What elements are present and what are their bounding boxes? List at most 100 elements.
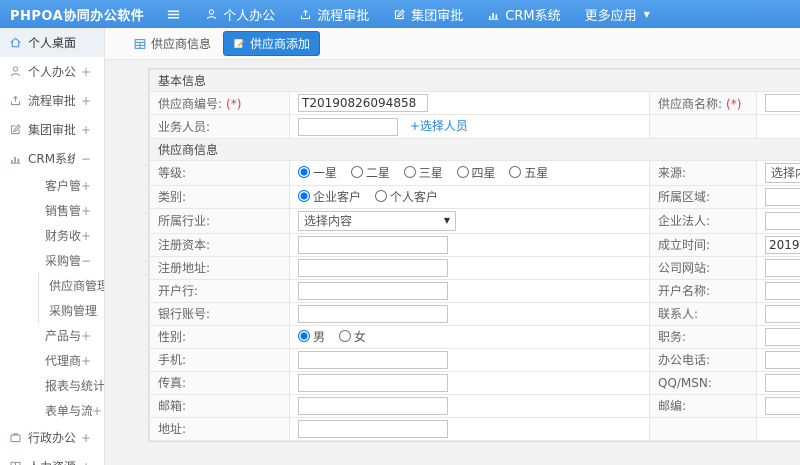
account-name-input[interactable] bbox=[765, 281, 800, 300]
category-label: 类别: bbox=[149, 184, 290, 209]
hamburger-icon bbox=[168, 9, 180, 19]
nav-item-personal-office[interactable]: 个人办公 bbox=[205, 5, 275, 24]
bank-input[interactable] bbox=[298, 281, 448, 300]
source-select[interactable]: 选择内容▼ bbox=[765, 162, 800, 183]
company-website-label: 公司网站: bbox=[649, 255, 757, 280]
level-radio bbox=[403, 166, 416, 179]
sidebar-item-form-flow-settings[interactable]: 表单与流程设置 + bbox=[0, 398, 104, 423]
briefcase-icon bbox=[10, 433, 21, 443]
fax-label: 传真: bbox=[149, 370, 290, 395]
registered-capital-label: 注册资本: bbox=[149, 232, 290, 257]
account-name-label: 开户名称: bbox=[649, 278, 757, 303]
hamburger-menu-button[interactable] bbox=[166, 7, 181, 22]
level-radio bbox=[298, 166, 310, 179]
contact-person-label: 联系人: bbox=[649, 301, 757, 326]
industry-label: 所属行业: bbox=[149, 207, 290, 234]
office-phone-input[interactable] bbox=[765, 350, 800, 369]
sidebar-item-sales-mgmt[interactable]: 销售管理 + bbox=[0, 198, 104, 223]
edit-icon bbox=[10, 124, 21, 135]
sidebar: 个人桌面 个人办公 + 流程审批 + 集团审批 + CRM系统 − 客户管理 +… bbox=[0, 28, 105, 465]
tab-supplier-add[interactable]: 供应商添加 bbox=[223, 31, 321, 56]
sidebar-item-personal-office[interactable]: 个人办公 + bbox=[0, 57, 104, 86]
add-edit-icon bbox=[234, 39, 244, 48]
home-icon bbox=[10, 37, 21, 48]
registered-address-input[interactable] bbox=[298, 258, 448, 277]
section-basic-info: 基本信息 bbox=[148, 69, 800, 92]
mobile-label: 手机: bbox=[149, 347, 290, 372]
sidebar-item-crm-system[interactable]: CRM系统 − bbox=[0, 144, 104, 173]
registered-capital-input[interactable] bbox=[298, 235, 448, 254]
category-radio bbox=[374, 190, 387, 203]
source-label: 来源: bbox=[649, 159, 757, 186]
gender-label: 性别: bbox=[149, 324, 290, 349]
established-date-label: 成立时间: bbox=[649, 232, 757, 257]
business-person-label: 业务人员: bbox=[149, 114, 290, 139]
contact-person-input[interactable] bbox=[765, 304, 800, 323]
postcode-input[interactable] bbox=[765, 396, 800, 415]
supplier-name-input[interactable] bbox=[765, 94, 800, 112]
caret-down-icon: ▼ bbox=[443, 216, 450, 225]
supplier-name-label: 供应商名称: (*) bbox=[649, 91, 757, 115]
category-radio-group: 企业客户 个人客户 bbox=[289, 184, 650, 209]
established-date-input[interactable] bbox=[765, 235, 800, 254]
postcode-label: 邮编: bbox=[649, 393, 757, 418]
nav-item-group-approval[interactable]: 集团审批 bbox=[393, 5, 463, 24]
supplier-code-input[interactable] bbox=[298, 94, 428, 112]
caret-down-icon: ▼ bbox=[643, 9, 650, 19]
company-website-input[interactable] bbox=[765, 258, 800, 277]
category-radio bbox=[298, 190, 310, 203]
sidebar-item-purchasing[interactable]: 采购管理 bbox=[38, 298, 104, 323]
app-logo: PHPOA协同办公软件 bbox=[10, 8, 145, 24]
email-input[interactable] bbox=[298, 396, 448, 415]
legal-person-input[interactable] bbox=[765, 211, 800, 230]
book-icon bbox=[10, 461, 21, 465]
section-supplier-info: 供应商信息 bbox=[148, 137, 800, 161]
nav-item-more-apps[interactable]: 更多应用 ▼ bbox=[585, 5, 650, 24]
sidebar-item-human-resources[interactable]: 人力资源 + bbox=[0, 452, 104, 465]
bank-account-label: 银行账号: bbox=[149, 301, 290, 326]
address-input[interactable] bbox=[298, 419, 448, 438]
sidebar-item-reports-stats[interactable]: 报表与统计 bbox=[0, 373, 104, 398]
region-label: 所属区域: bbox=[649, 184, 757, 209]
sidebar-item-customer-mgmt[interactable]: 客户管理 + bbox=[0, 173, 104, 198]
select-person-link[interactable]: +选择人员 bbox=[410, 119, 468, 133]
sidebar-item-group-approval[interactable]: 集团审批 + bbox=[0, 115, 104, 144]
supplier-code-label: 供应商编号: (*) bbox=[149, 91, 290, 115]
address-label: 地址: bbox=[149, 416, 290, 441]
registered-address-label: 注册地址: bbox=[149, 255, 290, 280]
qq-msn-input[interactable] bbox=[765, 373, 800, 392]
tab-supplier-info[interactable]: 供应商信息 bbox=[133, 35, 211, 52]
sidebar-item-workflow-approval[interactable]: 流程审批 + bbox=[0, 86, 104, 115]
level-radio bbox=[509, 166, 522, 179]
level-radio bbox=[350, 166, 363, 179]
gender-radio bbox=[338, 330, 351, 343]
supplier-add-form: 基本信息 供应商编号:(*) 供应商名称:(*) 业务人员: bbox=[148, 68, 800, 442]
level-radio-group: 一星 二星 三星 四星 五星 bbox=[289, 159, 650, 186]
region-input[interactable] bbox=[765, 187, 800, 206]
chart-icon bbox=[10, 156, 21, 164]
bank-account-input[interactable] bbox=[298, 304, 448, 323]
tab-strip: 供应商信息 供应商添加 bbox=[105, 28, 800, 60]
nav-item-workflow-approval[interactable]: 流程审批 bbox=[299, 5, 369, 24]
position-input[interactable] bbox=[765, 327, 800, 346]
business-person-input[interactable] bbox=[298, 117, 398, 136]
mobile-input[interactable] bbox=[298, 350, 448, 369]
nav-item-crm-system[interactable]: CRM系统 bbox=[487, 5, 561, 24]
email-label: 邮箱: bbox=[149, 393, 290, 418]
main-content: 供应商信息 供应商添加 基本信息 供应商编号:(*) 供应商名称:(*) bbox=[105, 28, 800, 465]
qq-msn-label: QQ/MSN: bbox=[649, 370, 757, 395]
sidebar-item-supplier-mgmt[interactable]: 供应商管理 bbox=[38, 273, 104, 298]
sidebar-item-finance[interactable]: 财务收支 + bbox=[0, 223, 104, 248]
top-navbar: PHPOA协同办公软件 个人办公 流程审批 集团审批 CRM系统 更多应用 ▼ bbox=[0, 0, 800, 28]
sidebar-item-product-inventory[interactable]: 产品与库存 + bbox=[0, 323, 104, 348]
sidebar-item-personal-desktop[interactable]: 个人桌面 bbox=[0, 28, 104, 57]
bank-label: 开户行: bbox=[149, 278, 290, 303]
sidebar-item-agent-mgmt[interactable]: 代理商管理 + bbox=[0, 348, 104, 373]
sidebar-item-purchase-mgmt[interactable]: 采购管理 − bbox=[0, 248, 104, 273]
level-radio bbox=[456, 166, 469, 179]
flow-icon bbox=[10, 95, 21, 106]
sidebar-item-admin-office[interactable]: 行政办公 + bbox=[0, 423, 104, 452]
position-label: 职务: bbox=[649, 324, 757, 349]
industry-select[interactable]: 选择内容 ▼ bbox=[298, 210, 456, 231]
fax-input[interactable] bbox=[298, 373, 448, 392]
